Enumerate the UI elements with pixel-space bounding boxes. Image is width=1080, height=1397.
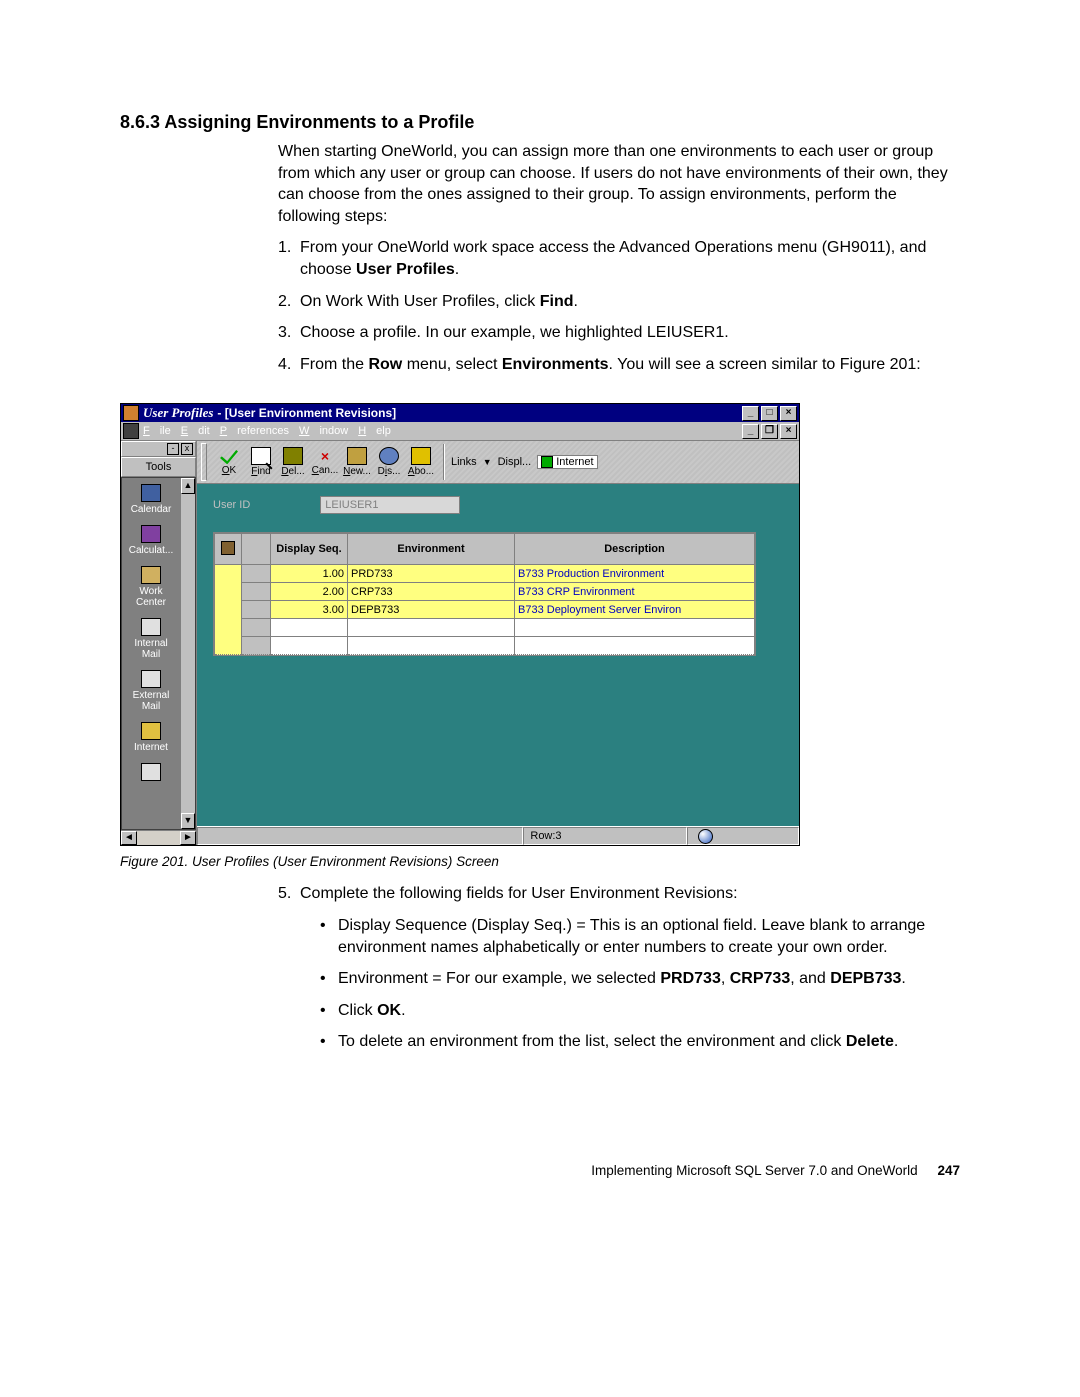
intro-paragraph: When starting OneWorld, you can assign m…	[278, 141, 960, 227]
figure-caption: Figure 201. User Profiles (User Environm…	[120, 854, 960, 869]
sidebar-scrollbar[interactable]: ▲ ▼	[180, 478, 195, 829]
menu-window[interactable]: Window	[299, 425, 348, 437]
trash-icon	[283, 447, 303, 465]
bullet-1: Display Sequence (Display Seq.) = This i…	[338, 915, 960, 958]
table-row[interactable]	[215, 619, 755, 637]
maximize-button[interactable]: □	[761, 406, 778, 421]
col-description[interactable]: Description	[515, 534, 755, 565]
delete-button[interactable]: Del...	[277, 447, 309, 477]
userid-field[interactable]	[320, 496, 460, 514]
bullet-2: Environment = For our example, we select…	[338, 968, 960, 990]
display-button[interactable]: Dis...	[373, 447, 405, 477]
work-center-icon	[141, 566, 161, 584]
table-row[interactable]: 1.00 PRD733 B733 Production Environment	[215, 565, 755, 583]
sidebar-item-calendar[interactable]: Calendar	[122, 478, 180, 519]
internet-icon	[141, 722, 161, 740]
mdi-close-button[interactable]: ×	[780, 424, 797, 439]
find-button[interactable]: Find	[245, 447, 277, 477]
grid-icon-header	[215, 534, 242, 565]
scroll-left-icon[interactable]: ◄	[121, 831, 137, 845]
menu-help[interactable]: Help	[358, 425, 391, 437]
grid-selector-header	[242, 534, 271, 565]
col-display-seq[interactable]: Display Seq.	[271, 534, 348, 565]
new-icon	[347, 447, 367, 465]
status-row: Row:3	[523, 827, 687, 845]
internet-link-icon	[541, 456, 553, 468]
ok-button[interactable]: OK	[213, 448, 245, 476]
external-mail-icon	[141, 670, 161, 688]
scroll-right-icon[interactable]: ►	[180, 831, 196, 845]
screenshot-window: User Profiles - [User Environment Revisi…	[120, 403, 800, 846]
footer-text: Implementing Microsoft SQL Server 7.0 an…	[591, 1163, 917, 1178]
sidebar-hscrollbar[interactable]: ◄ ►	[121, 830, 196, 845]
app-icon	[123, 405, 139, 421]
environment-grid[interactable]: Display Seq. Environment Description 1.0…	[213, 532, 756, 656]
step-1: From your OneWorld work space access the…	[300, 237, 960, 280]
links-label: Links	[451, 456, 477, 468]
menu-preferences[interactable]: Preferences	[220, 425, 289, 437]
menubar: File Edit Preferences Window Help _ ❐ ×	[121, 422, 799, 441]
tools-panel-header: - x	[121, 441, 196, 457]
step-4: From the Row menu, select Environments. …	[300, 354, 960, 376]
page-number: 247	[937, 1163, 960, 1178]
scroll-down-icon[interactable]: ▼	[181, 813, 195, 829]
new-button[interactable]: New...	[341, 447, 373, 477]
step-2: On Work With User Profiles, click Find.	[300, 291, 960, 313]
section-heading: 8.6.3 Assigning Environments to a Profil…	[120, 112, 960, 133]
display-icon	[379, 447, 399, 465]
grid-icon	[221, 541, 235, 555]
statusbar: Row:3	[197, 826, 799, 845]
calculator-icon	[141, 525, 161, 543]
bullet-4: To delete an environment from the list, …	[338, 1031, 960, 1053]
step-3: Choose a profile. In our example, we hig…	[300, 322, 960, 344]
tools-collapse-icon[interactable]: -	[167, 443, 179, 455]
table-row[interactable]	[215, 637, 755, 655]
about-button[interactable]: Abo...	[405, 447, 437, 477]
about-icon	[411, 447, 431, 465]
title-app: User Profiles	[143, 405, 213, 421]
cancel-button[interactable]: ×Can...	[309, 448, 341, 476]
mdi-icon	[123, 423, 139, 439]
menu-file[interactable]: File	[143, 425, 171, 437]
menu-edit[interactable]: Edit	[181, 425, 210, 437]
close-button[interactable]: ×	[780, 406, 797, 421]
links-internet[interactable]: Internet	[537, 455, 597, 469]
check-icon	[220, 448, 238, 464]
scroll-up-icon[interactable]: ▲	[181, 478, 195, 494]
bullet-list: •Display Sequence (Display Seq.) = This …	[320, 915, 960, 1053]
link-icon	[141, 763, 161, 781]
titlebar: User Profiles - [User Environment Revisi…	[121, 404, 799, 422]
sidebar-item-external-mail[interactable]: External Mail	[122, 664, 180, 716]
bullet-3: Click OK.	[338, 1000, 960, 1022]
globe-icon	[698, 829, 713, 844]
internal-mail-icon	[141, 618, 161, 636]
search-icon	[251, 447, 271, 465]
col-environment[interactable]: Environment	[348, 534, 515, 565]
table-row[interactable]: 2.00 CRP733 B733 CRP Environment	[215, 583, 755, 601]
calendar-icon	[141, 484, 161, 502]
sidebar-item-calculator[interactable]: Calculat...	[122, 519, 180, 560]
form-area: User ID Display Seq. Environment Descrip…	[197, 484, 799, 826]
tools-panel: - x Tools Calendar Calculat...	[121, 441, 197, 845]
dropdown-icon[interactable]: ▼	[483, 457, 492, 467]
toolbar: OK Find Del... ×Can... New... Dis... Abo…	[197, 441, 799, 484]
minimize-button[interactable]: _	[742, 406, 759, 421]
x-icon: ×	[316, 448, 334, 464]
step-5: Complete the following fields for User E…	[300, 883, 960, 905]
links-displ[interactable]: Displ...	[498, 456, 532, 468]
title-doc: - [User Environment Revisions]	[217, 406, 396, 420]
sidebar-item-internal-mail[interactable]: Internal Mail	[122, 612, 180, 664]
mdi-restore-button[interactable]: ❐	[761, 424, 778, 439]
tools-label[interactable]: Tools	[121, 457, 196, 477]
sidebar-item-internet[interactable]: Internet	[122, 716, 180, 757]
userid-label: User ID	[213, 499, 250, 511]
steps-list: 1. From your OneWorld work space access …	[278, 237, 960, 375]
page-footer: Implementing Microsoft SQL Server 7.0 an…	[120, 1163, 960, 1178]
sidebar-item-work-center[interactable]: Work Center	[122, 560, 180, 612]
steps-list-cont: 5.Complete the following fields for User…	[278, 883, 960, 905]
mdi-minimize-button[interactable]: _	[742, 424, 759, 439]
sidebar-item-extra[interactable]	[122, 757, 180, 787]
tools-close-icon[interactable]: x	[181, 443, 193, 455]
table-row[interactable]: 3.00 DEPB733 B733 Deployment Server Envi…	[215, 601, 755, 619]
